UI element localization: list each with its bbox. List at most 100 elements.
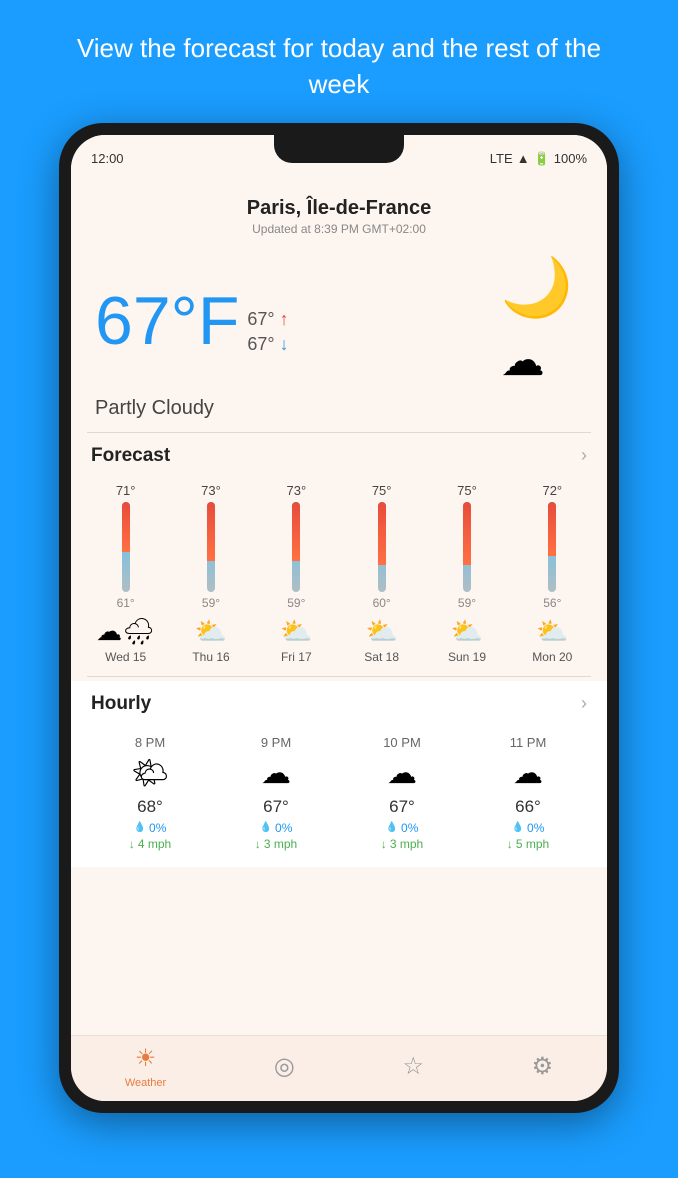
hourly-item: 9 PM ☁ 67° 💧0% ↓3 mph xyxy=(213,731,339,855)
hourly-icon: ☁ xyxy=(513,756,543,791)
location-section: Paris, Île-de-France Updated at 8:39 PM … xyxy=(71,185,607,244)
forecast-low: 59° xyxy=(458,596,476,610)
hourly-scroll: 8 PM 🌤 68° 💧0% ↓4 mph 9 PM ☁ 67° 💧0% ↓3 … xyxy=(71,723,607,867)
status-bar: 12:00 LTE ▲ 🔋 100% xyxy=(71,135,607,185)
temp-bar-fill xyxy=(122,502,130,552)
temp-bar-fill xyxy=(207,502,215,561)
forecast-title: Forecast xyxy=(91,445,170,467)
hourly-time: 8 PM xyxy=(135,735,165,750)
hourly-section: Hourly › 8 PM 🌤 68° 💧0% ↓4 mph 9 PM ☁ 67… xyxy=(71,681,607,867)
forecast-scroll: 71° 61° ☁🌧 Wed 15 73° 59° ⛅ Thu 16 73° 5… xyxy=(71,475,607,676)
header-title: View the forecast for today and the rest… xyxy=(0,0,678,123)
forecast-day: 75° 60° ⛅ Sat 18 xyxy=(343,483,420,664)
forecast-icon: ⛅ xyxy=(365,616,397,647)
hourly-temp: 67° xyxy=(389,797,415,817)
hourly-time: 10 PM xyxy=(383,735,421,750)
phone-screen: 12:00 LTE ▲ 🔋 100% Paris, Île-de-France … xyxy=(71,135,607,1101)
forecast-header[interactable]: Forecast › xyxy=(71,433,607,475)
hourly-temp: 66° xyxy=(515,797,541,817)
hourly-chevron: › xyxy=(581,693,587,714)
temp-bar xyxy=(207,502,215,592)
forecast-day: 75° 59° ⛅ Sun 19 xyxy=(428,483,505,664)
nav-item-0[interactable]: ☀ Weather xyxy=(125,1044,166,1089)
hourly-precip: 💧0% xyxy=(260,821,293,835)
forecast-icon: ⛅ xyxy=(195,616,227,647)
temp-bar xyxy=(122,502,130,592)
forecast-low: 56° xyxy=(543,596,561,610)
hourly-icon: ☁ xyxy=(387,756,417,791)
temp-low: 67° ↓ xyxy=(247,334,288,355)
forecast-high: 72° xyxy=(542,483,562,498)
condition-text: Partly Cloudy xyxy=(71,393,607,432)
current-temp: 67°F xyxy=(95,287,239,355)
temp-bar xyxy=(463,502,471,592)
nav-label-0: Weather xyxy=(125,1077,166,1089)
temp-high: 67° ↑ xyxy=(247,309,288,330)
location-updated: Updated at 8:39 PM GMT+02:00 xyxy=(91,222,587,236)
forecast-high: 71° xyxy=(116,483,136,498)
forecast-icon: ☁🌧 xyxy=(96,616,155,647)
forecast-high: 73° xyxy=(201,483,221,498)
current-weather-icon: 🌙☁ xyxy=(501,254,573,389)
temp-bar xyxy=(548,502,556,592)
forecast-day: 71° 61° ☁🌧 Wed 15 xyxy=(87,483,164,664)
hourly-title: Hourly xyxy=(91,693,151,715)
forecast-label: Wed 15 xyxy=(105,650,146,664)
signal-icon: ▲ xyxy=(517,151,530,166)
temp-bar-fill xyxy=(378,502,386,565)
hourly-precip: 💧0% xyxy=(134,821,167,835)
hourly-wind: ↓4 mph xyxy=(129,837,171,851)
hourly-item: 10 PM ☁ 67° 💧0% ↓3 mph xyxy=(339,731,465,855)
hourly-precip: 💧0% xyxy=(512,821,545,835)
battery-level: 100% xyxy=(554,151,587,166)
forecast-high: 75° xyxy=(372,483,392,498)
forecast-low: 59° xyxy=(202,596,220,610)
temp-bar-fill xyxy=(463,502,471,565)
nav-item-1[interactable]: ◎ xyxy=(274,1052,295,1081)
hourly-wind: ↓3 mph xyxy=(381,837,423,851)
status-right: LTE ▲ 🔋 100% xyxy=(490,145,587,167)
forecast-high: 73° xyxy=(286,483,306,498)
screen-content: Paris, Île-de-France Updated at 8:39 PM … xyxy=(71,185,607,1035)
forecast-low: 61° xyxy=(117,596,135,610)
forecast-label: Thu 16 xyxy=(192,650,229,664)
hourly-item: 8 PM 🌤 68° 💧0% ↓4 mph xyxy=(87,731,213,855)
hourly-item: 11 PM ☁ 66° 💧0% ↓5 mph xyxy=(465,731,591,855)
battery-icon: 🔋 xyxy=(534,151,550,167)
forecast-day: 72° 56° ⛅ Mon 20 xyxy=(514,483,591,664)
forecast-day: 73° 59° ⛅ Thu 16 xyxy=(172,483,249,664)
hourly-temp: 68° xyxy=(137,797,163,817)
bottom-nav: ☀ Weather ◎ ☆ ⚙ xyxy=(71,1035,607,1101)
forecast-low: 60° xyxy=(373,596,391,610)
hourly-time: 11 PM xyxy=(510,735,547,750)
temp-bar-fill xyxy=(292,502,300,561)
forecast-label: Sun 19 xyxy=(448,650,486,664)
forecast-label: Fri 17 xyxy=(281,650,312,664)
hourly-icon: ☁ xyxy=(261,756,291,791)
forecast-icon: ⛅ xyxy=(451,616,483,647)
nav-item-2[interactable]: ☆ xyxy=(402,1052,424,1081)
nav-icon-0: ☀ xyxy=(135,1044,157,1073)
status-time: 12:00 xyxy=(91,145,124,166)
hourly-precip: 💧0% xyxy=(386,821,419,835)
phone-frame: 12:00 LTE ▲ 🔋 100% Paris, Île-de-France … xyxy=(59,123,619,1113)
nav-icon-2: ☆ xyxy=(402,1052,424,1081)
nav-icon-1: ◎ xyxy=(274,1052,295,1081)
hourly-wind: ↓5 mph xyxy=(507,837,549,851)
temp-bar xyxy=(292,502,300,592)
forecast-icon: ⛅ xyxy=(280,616,312,647)
hourly-temp: 67° xyxy=(263,797,289,817)
nav-icon-3: ⚙ xyxy=(532,1052,554,1081)
page-header: View the forecast for today and the rest… xyxy=(0,0,678,123)
hourly-icon: 🌤 xyxy=(131,756,169,791)
phone-notch xyxy=(274,135,404,163)
location-name: Paris, Île-de-France xyxy=(91,197,587,220)
hourly-wind: ↓3 mph xyxy=(255,837,297,851)
forecast-day: 73° 59° ⛅ Fri 17 xyxy=(258,483,335,664)
forecast-low: 59° xyxy=(287,596,305,610)
temp-range: 67° ↑ 67° ↓ xyxy=(247,309,288,355)
hourly-header[interactable]: Hourly › xyxy=(71,681,607,723)
forecast-label: Sat 18 xyxy=(364,650,399,664)
hourly-time: 9 PM xyxy=(261,735,291,750)
nav-item-3[interactable]: ⚙ xyxy=(532,1052,554,1081)
